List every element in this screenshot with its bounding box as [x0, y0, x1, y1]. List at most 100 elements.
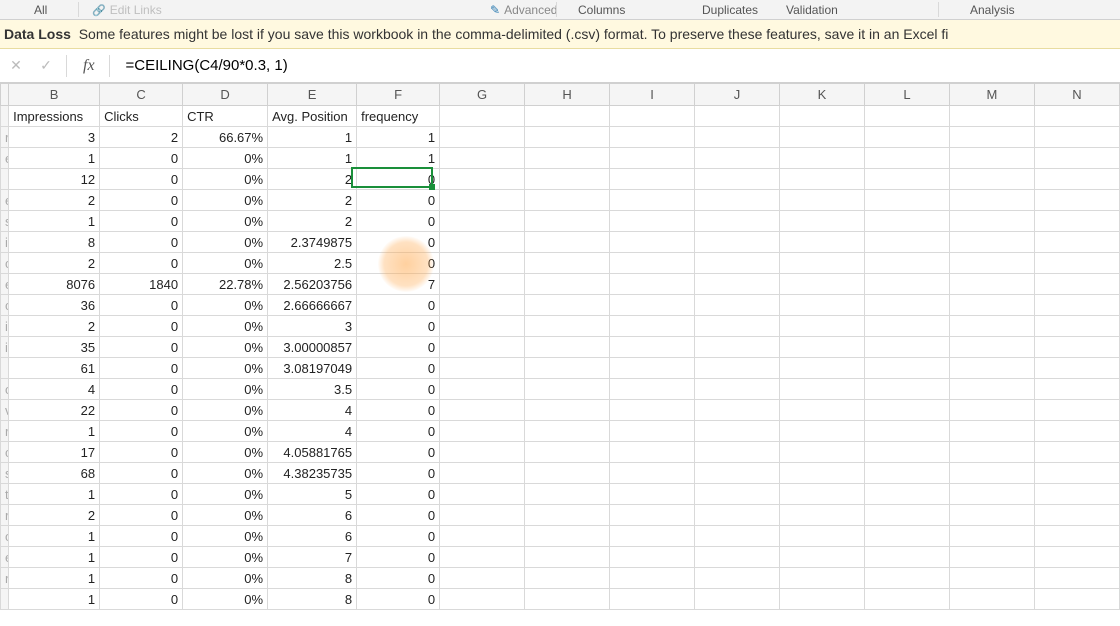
cell-N[interactable]: [1034, 295, 1119, 316]
cell-H[interactable]: [525, 127, 610, 148]
cell-C[interactable]: 1840: [100, 274, 183, 295]
cell-I[interactable]: [610, 295, 695, 316]
cell-G[interactable]: [440, 505, 525, 526]
cell-N[interactable]: [1034, 127, 1119, 148]
ribbon-analysis[interactable]: Analysis: [960, 3, 1025, 17]
cell-C[interactable]: 0: [100, 505, 183, 526]
cell-D[interactable]: 0%: [183, 484, 268, 505]
row-header[interactable]: e: [1, 547, 9, 568]
cell-F[interactable]: 0: [357, 526, 440, 547]
cell-I[interactable]: [610, 127, 695, 148]
column-header-E[interactable]: E: [268, 84, 357, 106]
cell-N[interactable]: [1034, 526, 1119, 547]
header-cell-L[interactable]: [864, 106, 949, 127]
cell-M[interactable]: [949, 526, 1034, 547]
cell-D[interactable]: 0%: [183, 295, 268, 316]
row-header[interactable]: t: [1, 484, 9, 505]
cell-D[interactable]: 0%: [183, 337, 268, 358]
cell-I[interactable]: [610, 547, 695, 568]
cell-J[interactable]: [695, 379, 780, 400]
cell-L[interactable]: [864, 505, 949, 526]
cell-N[interactable]: [1034, 211, 1119, 232]
cell-F[interactable]: 0: [357, 253, 440, 274]
cell-F[interactable]: 0: [357, 589, 440, 610]
cell-F[interactable]: 0: [357, 169, 440, 190]
ribbon-edit-links[interactable]: 🔗Edit Links: [82, 3, 172, 17]
cell-B[interactable]: 1: [9, 148, 100, 169]
cell-J[interactable]: [695, 148, 780, 169]
cell-N[interactable]: [1034, 547, 1119, 568]
cell-E[interactable]: 4: [268, 421, 357, 442]
cell-E[interactable]: 1: [268, 148, 357, 169]
cell-L[interactable]: [864, 295, 949, 316]
cell-C[interactable]: 0: [100, 379, 183, 400]
cell-F[interactable]: 7: [357, 274, 440, 295]
cell-L[interactable]: [864, 211, 949, 232]
cell-B[interactable]: 1: [9, 547, 100, 568]
cell-B[interactable]: 2: [9, 505, 100, 526]
cell-N[interactable]: [1034, 442, 1119, 463]
cell-N[interactable]: [1034, 484, 1119, 505]
cell-H[interactable]: [525, 379, 610, 400]
cell-K[interactable]: [780, 379, 865, 400]
header-cell-K[interactable]: [780, 106, 865, 127]
cell-H[interactable]: [525, 190, 610, 211]
cell-J[interactable]: [695, 127, 780, 148]
cell-H[interactable]: [525, 253, 610, 274]
ribbon-validation[interactable]: Validation: [776, 3, 848, 17]
cell-C[interactable]: 0: [100, 589, 183, 610]
row-header[interactable]: r: [1, 421, 9, 442]
cell-D[interactable]: 0%: [183, 526, 268, 547]
cell-M[interactable]: [949, 169, 1034, 190]
cell-D[interactable]: 0%: [183, 400, 268, 421]
cell-F[interactable]: 0: [357, 484, 440, 505]
cell-K[interactable]: [780, 421, 865, 442]
cell-M[interactable]: [949, 484, 1034, 505]
cell-H[interactable]: [525, 316, 610, 337]
cell-B[interactable]: 17: [9, 442, 100, 463]
cell-F[interactable]: 0: [357, 358, 440, 379]
column-header-K[interactable]: K: [780, 84, 865, 106]
cell-G[interactable]: [440, 253, 525, 274]
cell-L[interactable]: [864, 526, 949, 547]
cell-D[interactable]: 0%: [183, 463, 268, 484]
cell-G[interactable]: [440, 274, 525, 295]
cell-F[interactable]: 0: [357, 337, 440, 358]
cell-K[interactable]: [780, 316, 865, 337]
cell-B[interactable]: 8: [9, 232, 100, 253]
cell-J[interactable]: [695, 337, 780, 358]
cell-N[interactable]: [1034, 568, 1119, 589]
cell-B[interactable]: 12: [9, 169, 100, 190]
corner-cell[interactable]: [1, 84, 9, 106]
header-cell-G[interactable]: [440, 106, 525, 127]
cell-N[interactable]: [1034, 316, 1119, 337]
cell-N[interactable]: [1034, 505, 1119, 526]
cell-D[interactable]: 0%: [183, 148, 268, 169]
cell-L[interactable]: [864, 547, 949, 568]
cell-K[interactable]: [780, 295, 865, 316]
column-header-L[interactable]: L: [864, 84, 949, 106]
row-header[interactable]: o: [1, 379, 9, 400]
cell-E[interactable]: 6: [268, 526, 357, 547]
row-header[interactable]: e: [1, 148, 9, 169]
cell-K[interactable]: [780, 337, 865, 358]
cell-J[interactable]: [695, 253, 780, 274]
cell-I[interactable]: [610, 253, 695, 274]
cell-D[interactable]: 0%: [183, 358, 268, 379]
formula-confirm-button[interactable]: ✓: [36, 56, 56, 76]
column-header-D[interactable]: D: [183, 84, 268, 106]
cell-M[interactable]: [949, 190, 1034, 211]
cell-J[interactable]: [695, 232, 780, 253]
cell-B[interactable]: 1: [9, 589, 100, 610]
cell-B[interactable]: 1: [9, 211, 100, 232]
cell-L[interactable]: [864, 274, 949, 295]
cell-B[interactable]: 61: [9, 358, 100, 379]
cell-C[interactable]: 0: [100, 547, 183, 568]
cell-H[interactable]: [525, 526, 610, 547]
cell-B[interactable]: 35: [9, 337, 100, 358]
cell-E[interactable]: 4: [268, 400, 357, 421]
cell-H[interactable]: [525, 337, 610, 358]
cell-F[interactable]: 1: [357, 127, 440, 148]
cell-I[interactable]: [610, 211, 695, 232]
grid[interactable]: BCDEFGHIJKLMN ImpressionsClicksCTRAvg. P…: [0, 83, 1120, 610]
